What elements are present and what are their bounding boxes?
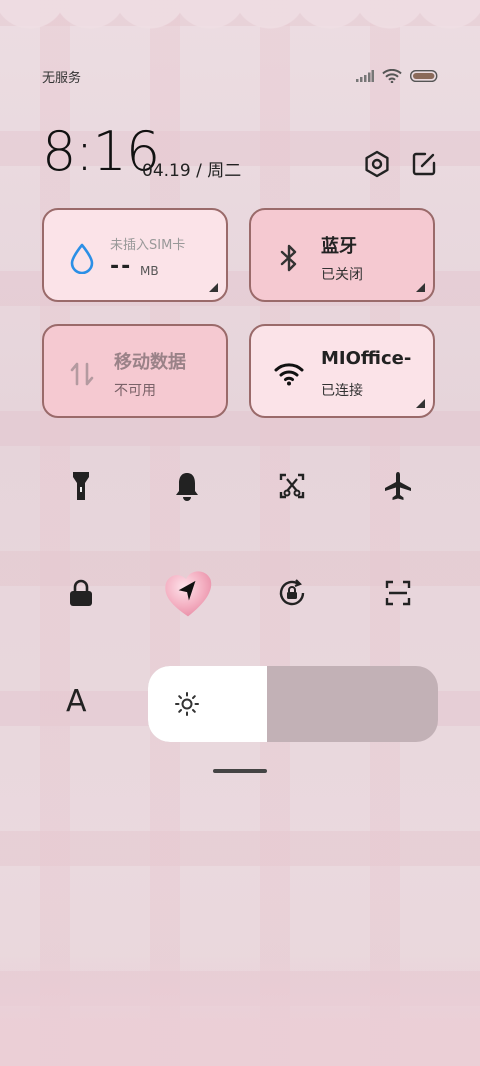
- bluetooth-status: 已关闭: [321, 267, 363, 283]
- mobile-data-tile[interactable]: 移动数据 不可用: [42, 324, 228, 418]
- bluetooth-tile[interactable]: 蓝牙 已关闭: [249, 208, 435, 302]
- battery-icon: [410, 70, 438, 82]
- lock-icon: [70, 579, 92, 606]
- mobile-data-status: 不可用: [114, 383, 156, 399]
- scan-icon: [385, 580, 411, 606]
- airplane-icon: [385, 472, 411, 500]
- data-value: --: [110, 254, 133, 279]
- sim-status-text: 未插入SIM卡: [110, 238, 186, 253]
- background-decoration-bottom: [0, 956, 480, 1066]
- carrier-text: 无服务: [42, 70, 82, 86]
- signal-icon: [356, 70, 374, 82]
- drag-handle[interactable]: [213, 769, 267, 773]
- wifi-icon: [274, 363, 304, 386]
- background-decoration-top: [0, 0, 480, 60]
- wifi-network-name: MIOffice-: [321, 348, 412, 369]
- expand-corner-icon: [416, 283, 425, 292]
- screenshot-icon: [279, 473, 305, 499]
- airplane-toggle[interactable]: [378, 466, 418, 506]
- edit-icon[interactable]: [410, 150, 438, 178]
- rotation-lock-toggle[interactable]: [272, 573, 312, 613]
- rotation-lock-icon: [279, 579, 305, 606]
- bluetooth-icon: [280, 244, 297, 272]
- screenshot-toggle[interactable]: [272, 466, 312, 506]
- brightness-slider[interactable]: [148, 666, 438, 742]
- bluetooth-title: 蓝牙: [321, 236, 357, 257]
- auto-brightness-button[interactable]: A: [66, 684, 87, 719]
- expand-corner-icon: [209, 283, 218, 292]
- water-drop-icon: [70, 243, 94, 274]
- settings-icon[interactable]: [363, 150, 391, 178]
- mobile-data-icon: [70, 362, 94, 386]
- flashlight-toggle[interactable]: [61, 466, 101, 506]
- scanner-toggle[interactable]: [378, 573, 418, 613]
- wifi-tile[interactable]: MIOffice- 已连接: [249, 324, 435, 418]
- clock-date: 04.19 / 周二: [142, 161, 242, 181]
- location-icon: [165, 571, 212, 617]
- data-unit: MB: [140, 264, 159, 278]
- expand-corner-icon: [416, 399, 425, 408]
- status-bar: 无服务: [42, 66, 438, 86]
- brightness-fill: [148, 666, 267, 742]
- notification-toggle[interactable]: [167, 466, 207, 506]
- sun-icon: [175, 692, 199, 716]
- lock-screen-toggle[interactable]: [61, 573, 101, 613]
- flashlight-icon: [73, 472, 89, 500]
- data-usage-tile[interactable]: 未插入SIM卡 -- MB: [42, 208, 228, 302]
- mobile-data-title: 移动数据: [114, 352, 186, 373]
- bell-icon: [176, 473, 198, 501]
- wifi-status: 已连接: [321, 383, 363, 399]
- wifi-icon: [382, 69, 402, 83]
- location-toggle[interactable]: [160, 566, 216, 622]
